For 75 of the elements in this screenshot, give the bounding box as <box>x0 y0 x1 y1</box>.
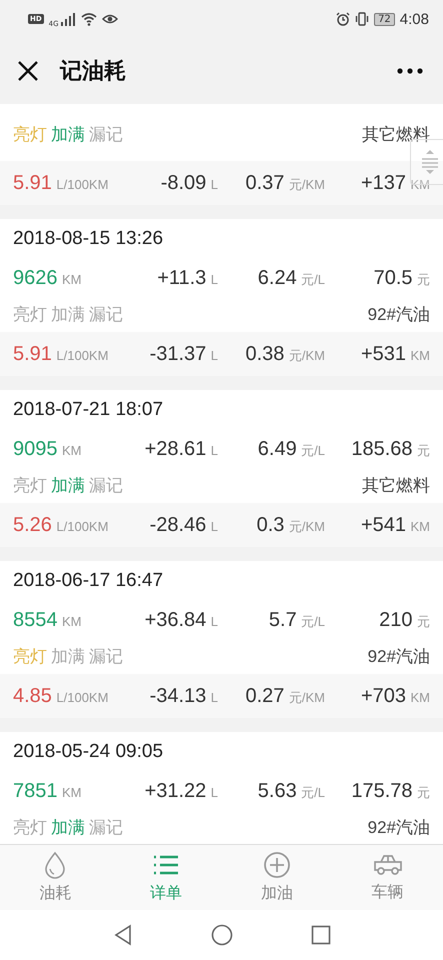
odometer-reading: 7851 KM <box>13 780 82 802</box>
cost-value: 70.5 元 <box>372 266 430 290</box>
consumption-value: 5.26 L/100KM <box>13 514 110 536</box>
status-tag: 亮灯 <box>13 474 47 497</box>
status-tag: 加满 <box>51 123 85 146</box>
record-date: 2018-07-21 18:07 <box>12 398 164 422</box>
consumption-value: 4.85 L/100KM <box>13 684 110 708</box>
consumption-value: 5.91 L/100KM <box>13 342 110 366</box>
cost-per-km-value: 0.38 元/KM <box>244 342 325 366</box>
status-tag: 亮灯 <box>13 645 47 668</box>
unit-price-value: 6.24 元/L <box>256 266 325 290</box>
page-title: 记油耗 <box>60 58 127 86</box>
fuel-added-value: +28.61 L <box>144 438 218 460</box>
status-tag: 漏记 <box>89 123 123 146</box>
unit-price-value: 5.7 元/L <box>268 608 325 632</box>
car-icon <box>372 852 403 878</box>
status-tag: 漏记 <box>89 645 123 668</box>
fuel-diff-value: -28.46 L <box>148 514 218 536</box>
status-tag: 漏记 <box>89 474 123 497</box>
status-tag: 亮灯 <box>13 123 47 146</box>
fuel-type: 其它燃料 <box>362 124 430 146</box>
fuel-diff-value: -31.37 L <box>148 342 218 366</box>
fuel-added-value: +11.3 L <box>156 266 218 290</box>
odometer-reading: 8554 KM <box>13 608 82 632</box>
fuel-diff-value: -34.13 L <box>148 684 218 708</box>
cost-per-km-value: 0.3 元/KM <box>256 514 325 536</box>
fuel-type: 92#汽油 <box>368 817 430 839</box>
signal-icon <box>60 12 76 26</box>
status-tag: 加满 <box>51 474 85 497</box>
distance-value: +541 KM <box>360 514 430 536</box>
cost-per-km-value: 0.27 元/KM <box>244 684 325 708</box>
fuel-added-value: +36.84 L <box>144 608 218 632</box>
record-date: 2018-08-15 13:26 <box>12 227 164 251</box>
drop-icon <box>43 851 68 879</box>
status-tag: 加满 <box>51 303 85 326</box>
cost-value: 185.68 元 <box>350 438 430 460</box>
more-icon[interactable] <box>397 68 423 74</box>
battery-level: 72 <box>374 12 395 26</box>
consumption-value: 5.91 L/100KM <box>13 172 110 194</box>
odometer-reading: 9626 KM <box>13 266 82 290</box>
cost-value: 210 元 <box>378 608 430 632</box>
fuel-added-value: +31.22 L <box>144 780 218 802</box>
alarm-icon <box>336 12 350 26</box>
odometer-reading: 9095 KM <box>13 438 82 460</box>
status-tag: 亮灯 <box>13 303 47 326</box>
fuel-diff-value: -8.09 L <box>160 172 218 194</box>
record-card[interactable]: 2018-06-17 16:47 8554 KM +36.84 L 5.7 元/L 210 元 亮灯 加满 漏记 92#汽油 4.85 L/100KM -34.13 L 0.27 元/KM +703 KM <box>0 561 443 718</box>
clock-time: 4:08 <box>400 10 429 28</box>
status-tag: 加满 <box>51 816 85 839</box>
status-tag: 漏记 <box>89 303 123 326</box>
unit-price-value: 6.49 元/L <box>256 438 325 460</box>
fuel-type: 92#汽油 <box>368 646 430 668</box>
wifi-icon <box>80 12 97 26</box>
distance-value: +531 KM <box>360 342 430 366</box>
record-card[interactable]: 2018-07-21 18:07 9095 KM +28.61 L 6.49 元/L 185.68 元 亮灯 加满 漏记 其它燃料 5.26 L/100KM -28.46 L 0.3 元/KM +541 KM <box>0 390 443 547</box>
record-date: 2018-05-24 09:05 <box>12 740 164 764</box>
home-icon[interactable] <box>210 924 232 946</box>
recents-icon[interactable] <box>310 925 330 945</box>
plus-circle-icon <box>262 851 291 879</box>
cost-value: 175.78 元 <box>350 780 430 802</box>
fuel-type: 其它燃料 <box>362 475 430 497</box>
distance-value: +703 KM <box>360 684 430 708</box>
status-tag: 漏记 <box>89 816 123 839</box>
cost-per-km-value: 0.37 元/KM <box>244 172 325 194</box>
unit-price-value: 5.63 元/L <box>256 780 325 802</box>
status-tag: 亮灯 <box>13 816 47 839</box>
close-icon[interactable] <box>16 59 40 83</box>
record-date: 2018-06-17 16:47 <box>12 569 164 593</box>
record-card[interactable]: 2018-05-24 09:05 7851 KM +31.22 L 5.63 元/L 175.78 元 亮灯 加满 漏记 92#汽油 <box>0 732 443 844</box>
vibrate-icon <box>355 12 370 26</box>
status-tag: 加满 <box>51 645 85 668</box>
record-card[interactable]: 2018-08-15 13:26 9626 KM +11.3 L 6.24 元/L 70.5 元 亮灯 加满 漏记 92#汽油 5.91 L/100KM -31.37 L 0.38 元/KM +531 KM <box>0 219 443 376</box>
back-icon[interactable] <box>112 924 132 946</box>
fuel-type: 92#汽油 <box>368 304 430 326</box>
eye-icon <box>102 13 118 25</box>
